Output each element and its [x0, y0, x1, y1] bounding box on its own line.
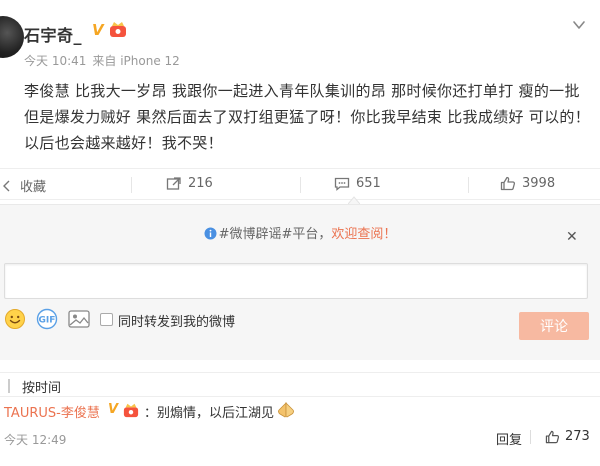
emoji-icon[interactable] — [4, 308, 26, 330]
post-author[interactable]: 石宇奇_ — [24, 22, 82, 46]
reply-author[interactable]: TAURUS-李俊慧 — [4, 402, 100, 421]
avatar[interactable] — [0, 16, 24, 58]
post-time[interactable]: 今天 10:41 — [24, 54, 86, 68]
praying-hands-emoji — [278, 402, 294, 418]
reply-button[interactable]: 回复 — [496, 429, 522, 448]
verified-icon: V — [108, 402, 119, 417]
chevron-down-icon[interactable] — [572, 18, 586, 32]
reply-like-button[interactable]: 273 — [545, 429, 590, 444]
notice-banner: #微博辟谣#平台，欢迎查阅！ — [0, 223, 600, 242]
repost-icon — [166, 176, 181, 190]
repost-count: 216 — [188, 176, 213, 191]
reply-text: ：别煽情，以后江湖见 — [144, 406, 275, 421]
sort-divider — [8, 379, 10, 393]
verified-icon: V — [92, 21, 104, 39]
divider — [300, 177, 301, 193]
comment-sort-bar: 按时间 — [0, 372, 600, 396]
divider — [0, 396, 600, 397]
comment-count: 651 — [356, 176, 381, 191]
caret-up-icon — [348, 196, 360, 204]
divider — [530, 430, 531, 444]
favorite-button[interactable]: 收藏 — [0, 176, 46, 195]
like-button[interactable]: 3998 — [500, 176, 555, 191]
post-text: 李俊慧 比我大一岁昂 我跟你一起进入青年队集训的昂 那时候你还打单打 瘦的一批 … — [24, 82, 591, 152]
close-icon[interactable]: ✕ — [566, 229, 578, 245]
svg-text:GIF: GIF — [39, 316, 56, 326]
like-count: 3998 — [522, 176, 556, 191]
comment-submit-button[interactable]: 评论 — [519, 312, 589, 340]
post-meta: 今天 10:41 来自 iPhone 12 — [24, 52, 186, 69]
notice-text: 平台， — [292, 227, 332, 242]
comment-panel: #微博辟谣#平台，欢迎查阅！ ✕ — [0, 204, 600, 360]
crown-badge-icon — [110, 22, 126, 37]
post-source: 来自 iPhone 12 — [92, 54, 180, 68]
post-header: 石宇奇_ V 今天 10:41 来自 iPhone 12 — [0, 0, 600, 70]
sort-by-time-tab[interactable]: 按时间 — [22, 377, 61, 396]
comment-button[interactable]: 651 — [334, 176, 381, 191]
notice-link[interactable]: 欢迎查阅！ — [331, 227, 396, 242]
repost-button[interactable]: 216 — [166, 176, 213, 191]
favorite-label: 收藏 — [20, 180, 47, 195]
repost-checkbox-label[interactable]: 同时转发到我的微博 — [118, 311, 235, 330]
divider — [468, 177, 469, 193]
info-icon — [204, 227, 217, 240]
gif-icon[interactable]: GIF — [36, 308, 58, 330]
thumbs-up-icon — [500, 176, 516, 191]
star-outline-icon — [3, 180, 10, 191]
image-icon[interactable] — [68, 310, 90, 328]
post-action-bar: 收藏 216 651 3998 — [0, 168, 600, 200]
repost-checkbox[interactable] — [100, 313, 113, 326]
reply-author-name[interactable]: TAURUS-李俊慧 — [4, 406, 100, 421]
comment-icon — [334, 177, 350, 191]
comment-input[interactable] — [4, 263, 588, 299]
divider — [131, 177, 132, 193]
thumbs-up-icon — [545, 430, 560, 443]
crown-badge-icon — [123, 403, 139, 418]
reply-time: 今天 12:49 — [4, 433, 67, 447]
reply-like-count: 273 — [565, 429, 590, 444]
notice-tag[interactable]: #微博辟谣# — [219, 227, 293, 242]
reply-button-label: 回复 — [496, 433, 523, 448]
